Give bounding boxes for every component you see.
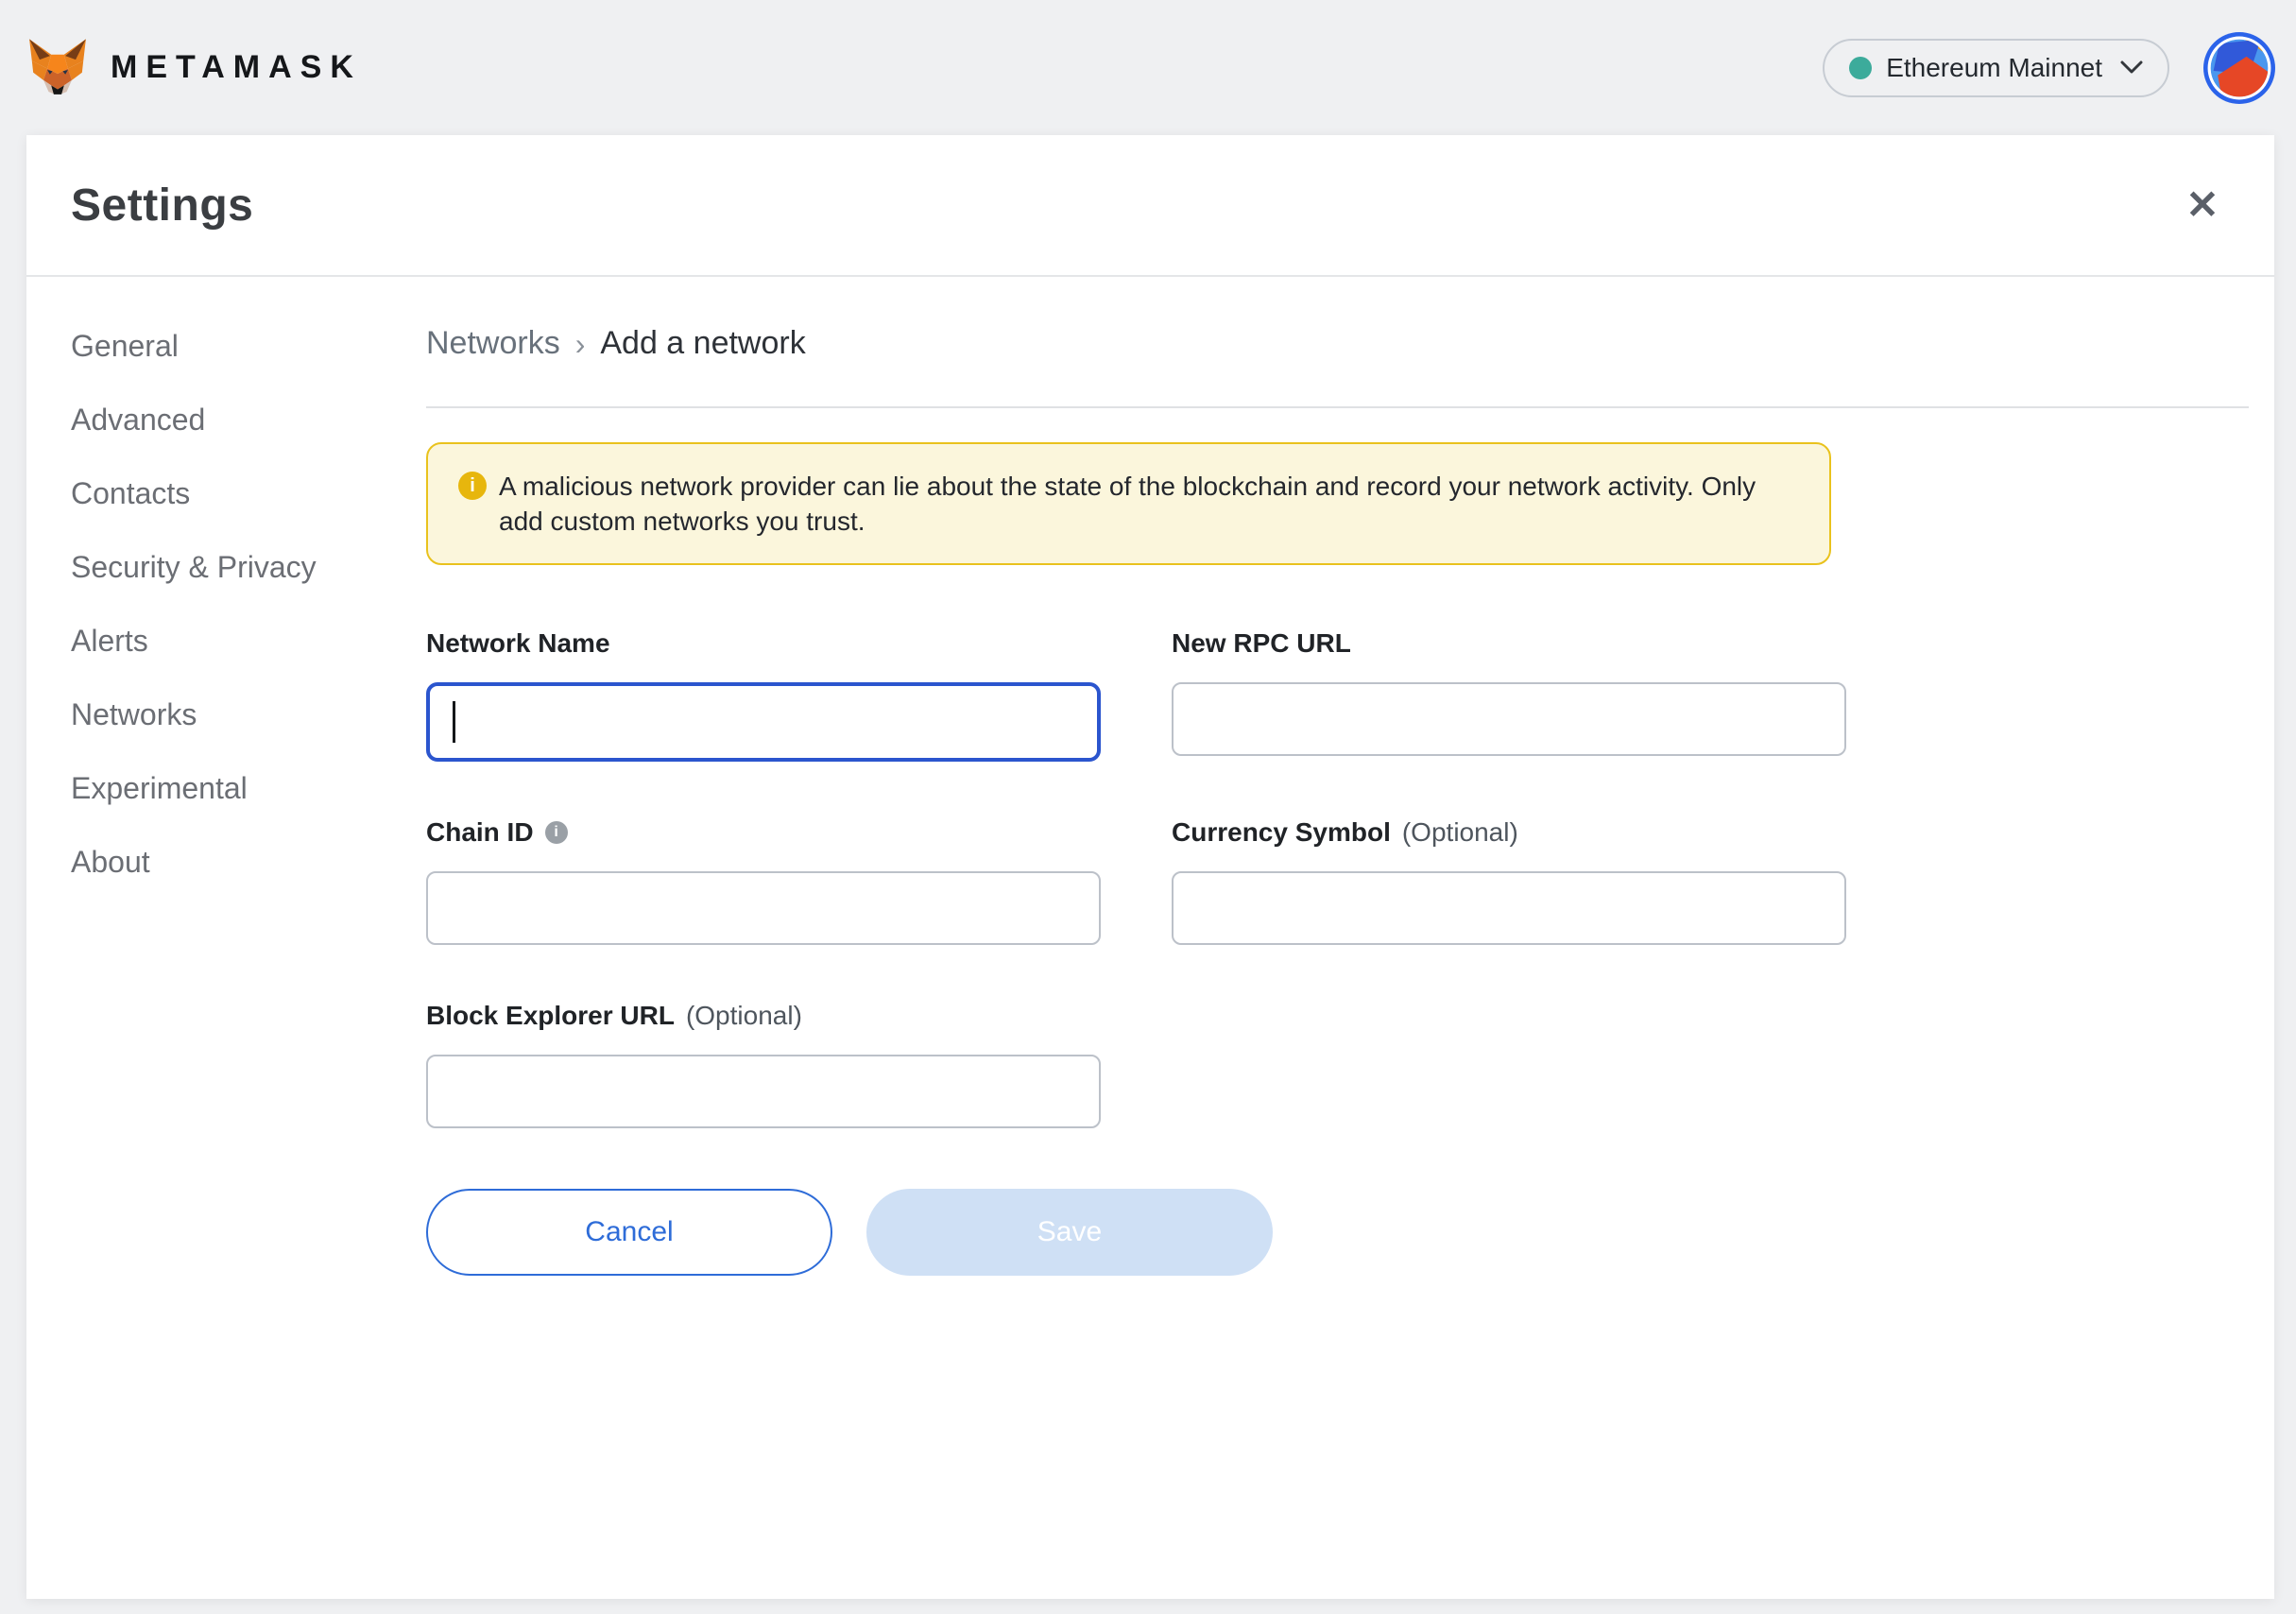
warning-text: A malicious network provider can lie abo… <box>499 469 1784 539</box>
cancel-button[interactable]: Cancel <box>426 1189 832 1276</box>
field-network-name: Network Name <box>426 627 1101 762</box>
chain-id-label-text: Chain ID <box>426 816 534 849</box>
sidebar-item-advanced[interactable]: Advanced <box>71 383 426 456</box>
breadcrumb: Networks › Add a network <box>426 322 2249 364</box>
settings-body: General Advanced Contacts Security & Pri… <box>26 277 2274 1599</box>
currency-symbol-label-text: Currency Symbol <box>1172 816 1391 849</box>
chain-id-info-icon[interactable]: i <box>545 821 568 844</box>
account-avatar[interactable] <box>2203 32 2275 104</box>
network-status-dot <box>1849 57 1872 79</box>
chain-id-label: Chain ID i <box>426 816 1101 849</box>
sidebar-item-contacts[interactable]: Contacts <box>71 456 426 530</box>
header-right: Ethereum Mainnet <box>1823 32 2275 104</box>
network-name-label: Network Name <box>426 627 1101 660</box>
new-rpc-url-input[interactable] <box>1172 682 1846 756</box>
add-network-content: Networks › Add a network i A malicious n… <box>426 277 2274 1599</box>
block-explorer-url-label: Block Explorer URL (Optional) <box>426 1000 1101 1032</box>
currency-symbol-label: Currency Symbol (Optional) <box>1172 816 1846 849</box>
block-explorer-url-input-wrap <box>426 1055 1101 1128</box>
account-avatar-icon <box>2203 32 2275 104</box>
sidebar-item-general[interactable]: General <box>71 309 426 383</box>
metamask-brand: METAMASK <box>26 38 362 98</box>
settings-sidebar: General Advanced Contacts Security & Pri… <box>26 277 426 1599</box>
field-chain-id: Chain ID i <box>426 816 1101 945</box>
currency-symbol-input-wrap <box>1172 871 1846 945</box>
chain-id-input-wrap <box>426 871 1101 945</box>
add-network-form: Network Name New RPC URL <box>426 627 2249 1128</box>
network-selector-label: Ethereum Mainnet <box>1886 53 2102 83</box>
sidebar-item-security-privacy[interactable]: Security & Privacy <box>71 530 426 604</box>
page-title: Settings <box>71 180 253 232</box>
text-caret <box>453 701 455 743</box>
new-rpc-url-input-wrap <box>1172 682 1846 756</box>
chain-id-input[interactable] <box>426 871 1101 945</box>
block-explorer-url-label-text: Block Explorer URL <box>426 1000 675 1032</box>
sidebar-item-experimental[interactable]: Experimental <box>71 751 426 825</box>
block-explorer-url-input[interactable] <box>426 1055 1101 1128</box>
brand-wordmark: METAMASK <box>111 49 362 86</box>
field-currency-symbol: Currency Symbol (Optional) <box>1172 816 1846 945</box>
new-rpc-url-label: New RPC URL <box>1172 627 1846 660</box>
settings-panel: Settings ✕ General Advanced Contacts Sec… <box>26 135 2274 1599</box>
form-actions: Cancel Save <box>426 1189 2249 1276</box>
save-button[interactable]: Save <box>866 1189 1273 1276</box>
info-icon: i <box>458 472 487 500</box>
sidebar-item-alerts[interactable]: Alerts <box>71 604 426 678</box>
network-name-label-text: Network Name <box>426 627 610 660</box>
breadcrumb-divider <box>426 406 2249 408</box>
currency-symbol-input[interactable] <box>1172 871 1846 945</box>
currency-symbol-optional: (Optional) <box>1402 816 1518 849</box>
breadcrumb-networks[interactable]: Networks <box>426 325 560 362</box>
sidebar-item-about[interactable]: About <box>71 825 426 899</box>
new-rpc-url-label-text: New RPC URL <box>1172 627 1351 660</box>
field-new-rpc-url: New RPC URL <box>1172 627 1846 762</box>
app-header: METAMASK Ethereum Mainnet <box>0 0 2296 135</box>
block-explorer-url-optional: (Optional) <box>686 1000 802 1032</box>
sidebar-item-networks[interactable]: Networks <box>71 678 426 751</box>
network-name-input-wrap <box>426 682 1101 762</box>
warning-banner: i A malicious network provider can lie a… <box>426 442 1831 565</box>
network-name-input[interactable] <box>426 682 1101 762</box>
breadcrumb-separator-icon: › <box>575 325 586 362</box>
settings-header: Settings ✕ <box>26 135 2274 277</box>
close-button[interactable]: ✕ <box>2176 179 2229 232</box>
network-selector[interactable]: Ethereum Mainnet <box>1823 39 2169 97</box>
field-block-explorer-url: Block Explorer URL (Optional) <box>426 1000 1101 1128</box>
chevron-down-icon <box>2120 60 2143 75</box>
metamask-fox-icon <box>26 38 90 98</box>
breadcrumb-current: Add a network <box>600 325 805 362</box>
